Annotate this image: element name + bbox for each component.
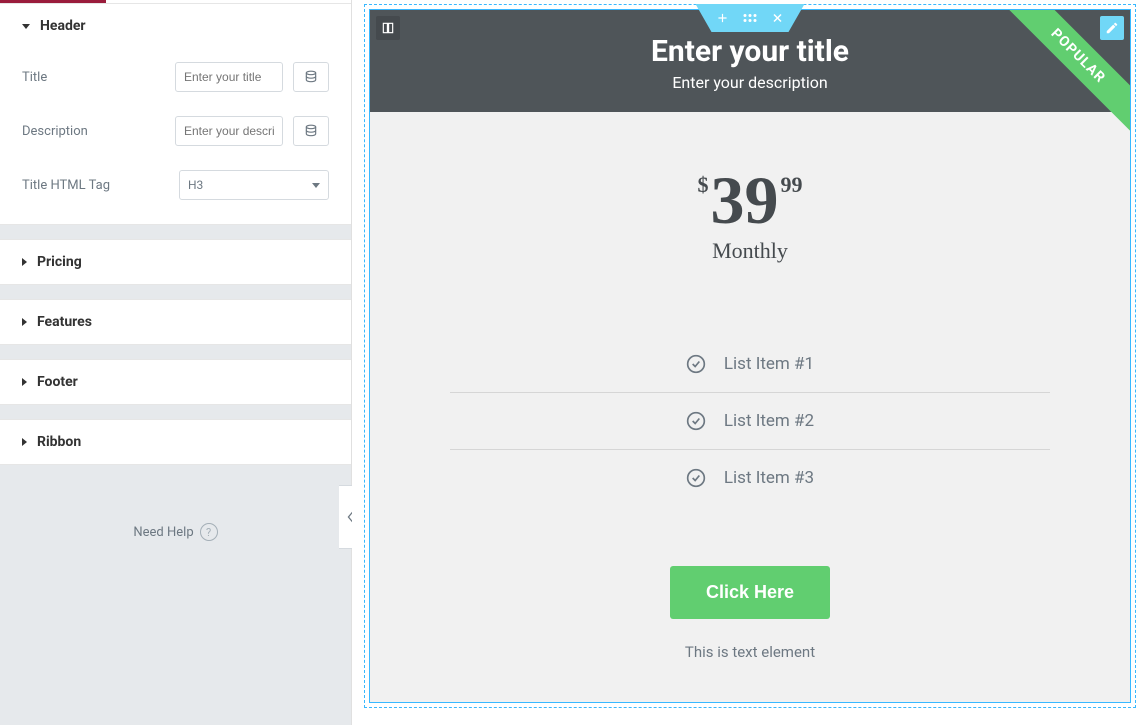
widget-outline[interactable]: POPULAR Enter your title Enter your desc… [369,9,1131,703]
accordion-label: Pricing [37,254,82,270]
form-row-html-tag: Title HTML Tag H3 [0,158,351,212]
cta-button[interactable]: Click Here [670,566,830,619]
price-currency: $ [698,172,709,198]
plus-icon [716,11,730,25]
pencil-icon [1105,21,1119,35]
dynamic-tag-button-title[interactable] [293,62,329,92]
html-tag-value: H3 [188,178,203,192]
editor-panel: Header Title Description Title HTML Tag [0,0,352,725]
form-row-description: Description [0,104,351,158]
accordion-toggle-ribbon[interactable]: Ribbon [0,420,351,464]
columns-icon [381,21,395,35]
section-gap [0,285,351,299]
accordion-label: Features [37,314,92,330]
check-circle-icon [686,411,706,431]
html-tag-select[interactable]: H3 [179,170,329,200]
accordion-section-ribbon: Ribbon [0,419,351,465]
desc-label: Description [22,124,165,139]
card-footer: Click Here This is text element [370,506,1130,681]
feature-item: List Item #3 [450,450,1050,506]
feature-label: List Item #3 [724,468,814,488]
help-icon: ? [200,523,218,541]
section-toolbar [696,4,805,32]
need-help-link[interactable]: Need Help ? [0,465,351,599]
delete-section-button[interactable] [771,11,785,25]
description-input[interactable] [175,116,283,146]
feature-item: List Item #2 [450,393,1050,450]
title-input[interactable] [175,62,283,92]
dynamic-tag-button-desc[interactable] [293,116,329,146]
accordion-label: Header [40,18,86,34]
accordion-toggle-footer[interactable]: Footer [0,360,351,404]
drag-section-handle[interactable] [744,14,757,22]
need-help-label: Need Help [133,525,193,540]
html-tag-label: Title HTML Tag [22,178,169,193]
database-icon [304,124,318,138]
check-circle-icon [686,468,706,488]
section-gap [0,225,351,239]
section-gap [0,405,351,419]
accordion-section-features: Features [0,299,351,345]
accordion-toggle-pricing[interactable]: Pricing [0,240,351,284]
check-circle-icon [686,354,706,374]
column-drag-handle[interactable] [376,16,400,40]
feature-label: List Item #2 [724,411,814,431]
caret-down-icon [22,24,30,29]
price-amount: 39 [711,166,779,234]
form-row-title: Title [0,50,351,104]
accordion-toggle-header[interactable]: Header [0,4,351,48]
feature-item: List Item #1 [450,336,1050,393]
add-section-button[interactable] [716,11,730,25]
panel-filler: Need Help ? [0,465,351,725]
caret-right-icon [22,258,27,266]
accordion-section-footer: Footer [0,359,351,405]
accordion-toggle-features[interactable]: Features [0,300,351,344]
feature-label: List Item #1 [724,354,814,374]
price-period: Monthly [390,238,1110,264]
accordion-section-pricing: Pricing [0,239,351,285]
price-line: $ 39 99 [698,166,803,234]
caret-right-icon [22,438,27,446]
title-label: Title [22,70,165,85]
chevron-down-icon [312,183,320,188]
accordion-label: Ribbon [37,434,81,450]
database-icon [304,70,318,84]
grip-icon [744,14,757,22]
accordion-label: Footer [37,374,78,390]
accordion-section-header: Header Title Description Title HTML Tag [0,3,351,225]
price-cents: 99 [781,172,803,198]
close-icon [771,11,785,25]
preview-canvas: POPULAR Enter your title Enter your desc… [352,0,1148,725]
edit-widget-button[interactable] [1100,16,1124,40]
caret-right-icon [22,378,27,386]
features-list: List Item #1 List Item #2 List Item #3 [370,264,1130,506]
section-outline[interactable]: POPULAR Enter your title Enter your desc… [364,4,1136,708]
caret-right-icon [22,318,27,326]
section-gap [0,345,351,359]
accordion-body-header: Title Description Title HTML Tag H3 [0,48,351,224]
footer-text: This is text element [390,643,1110,661]
